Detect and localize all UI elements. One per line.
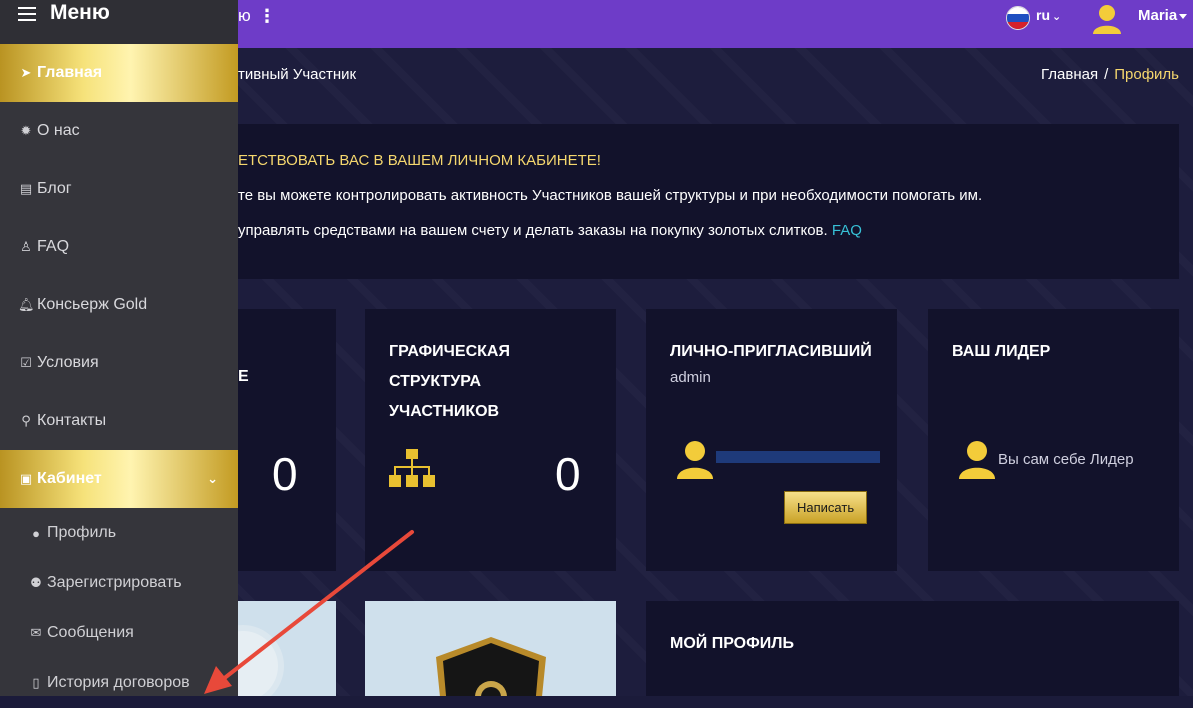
sidebar-subitem-label: Сообщения [47,624,134,641]
sidebar-item-about[interactable]: ✹ О нас [0,102,238,160]
card-my-profile: МОЙ ПРОФИЛЬ [646,601,1179,696]
file-icon: ▯ [32,675,40,690]
card-structure-title: ГРАФИЧЕСКАЯ СТРУКТУРА УЧАСТНИКОВ [389,337,510,427]
chevron-down-icon: ⌄ [207,471,218,486]
sidebar-menu-label: Меню [50,1,110,24]
welcome-text-2-body: управлять средствами на вашем счету и де… [238,222,828,239]
leader-text: Вы сам себе Лидер [998,451,1134,468]
sidebar-item-faq[interactable]: ♙ FAQ [0,218,238,276]
hamburger-icon[interactable] [18,3,36,25]
person-icon: ♙ [20,239,32,254]
card-partial: Е 0 [238,309,336,571]
users-icon: ⚉ [30,575,42,590]
card-inviter-title: ЛИЧНО-ПРИГЛАСИВШИЙ [670,343,872,360]
sidebar-item-label: FAQ [37,238,70,255]
sidebar-subitem-register[interactable]: ⚉ Зарегистрировать [0,558,238,608]
inviter-name: admin [670,369,711,386]
card-inviter: ЛИЧНО-ПРИГЛАСИВШИЙ admin Написать [646,309,897,571]
inviter-contact-bar [716,451,880,463]
card-structure-title-line-3: УЧАСТНИКОВ [389,403,500,420]
sidebar-item-concierge[interactable]: 🔔︎ Консьерж Gold [0,276,238,334]
user-icon: ● [32,525,40,541]
sidebar: Меню ➤ Главная ✹ О нас ▤ Блог ♙ FAQ 🔔︎ Консье… [0,0,238,696]
caret-down-icon [1179,13,1188,19]
welcome-panel: ЕТСТВОВАТЬ ВАС В ВАШЕМ ЛИЧНОМ КАБИНЕТЕ! … [238,124,1179,279]
sidebar-item-home[interactable]: ➤ Главная [0,44,238,102]
envelope-icon: ✉ [30,625,42,640]
sidebar-item-label: Главная [37,64,103,81]
sidebar-item-terms[interactable]: ☑ Условия [0,334,238,392]
card-leader: ВАШ ЛИДЕР Вы сам себе Лидер [928,309,1179,571]
sidebar-subitem-contract-history[interactable]: ▯ История договоров [0,658,238,708]
sidebar-subitem-label: История договоров [47,674,190,691]
topbar-title-fragment: ю [238,6,251,25]
briefcase-icon: ▣ [19,471,33,486]
card-structure[interactable]: ГРАФИЧЕСКАЯ СТРУКТУРА УЧАСТНИКОВ 0 [365,309,616,571]
card-structure-count: 0 [555,448,581,500]
sidebar-item-label: Блог [37,180,72,197]
sidebar-item-blog[interactable]: ▤ Блог [0,160,238,218]
paper-plane-icon: ➤ [20,65,32,80]
breadcrumb-separator: / [1104,66,1109,83]
sidebar-subitem-messages[interactable]: ✉ Сообщения [0,608,238,658]
leader-avatar-icon [959,441,995,479]
bell-icon: 🔔︎ [18,297,35,312]
breadcrumb-current: Профиль [1114,66,1179,83]
user-name: Maria [1138,7,1178,24]
promo-image-1 [238,601,336,696]
welcome-text-1: те вы можете контролировать активность У… [238,187,983,204]
sidebar-item-label: О нас [37,122,80,139]
card-leader-title: ВАШ ЛИДЕР [952,343,1051,360]
page-title: тивный Участник [238,66,357,83]
inviter-avatar-icon [677,441,713,479]
checkbox-icon: ☑ [20,355,32,370]
shield-badge-icon [436,637,546,696]
card-partial-count: 0 [272,448,298,500]
gear-icon: ✹ [20,123,32,138]
sidebar-item-label: Кабинет [37,470,102,487]
sidebar-item-label: Условия [37,354,99,371]
user-menu[interactable]: Maria [1138,7,1188,24]
sidebar-subitem-profile[interactable]: ● Профиль [0,508,238,558]
language-selector[interactable]: ru ⌄ [1036,7,1061,23]
sidebar-header: Меню [0,0,238,44]
sitemap-icon [389,449,435,487]
sidebar-subitem-label: Профиль [47,524,117,541]
language-label: ru [1036,7,1050,23]
promo-image-2 [365,601,616,696]
sidebar-subitem-label: Зарегистрировать [47,574,182,591]
newspaper-icon: ▤ [19,181,33,196]
card-partial-title: Е [238,368,249,385]
welcome-heading: ЕТСТВОВАТЬ ВАС В ВАШЕМ ЛИЧНОМ КАБИНЕТЕ! [238,152,601,169]
sidebar-item-cabinet[interactable]: ▣ Кабинет ⌄ [0,450,238,508]
faq-link[interactable]: FAQ [832,222,862,239]
write-message-button[interactable]: Написать [784,491,868,524]
welcome-text-2: управлять средствами на вашем счету и де… [238,222,862,239]
card-structure-title-line-2: СТРУКТУРА [389,373,482,390]
breadcrumb-home[interactable]: Главная [1041,66,1098,83]
sidebar-item-label: Консьерж Gold [37,296,148,313]
breadcrumb: Главная / Профиль [1041,66,1179,83]
pin-icon: ⚲ [21,413,31,428]
sidebar-item-label: Контакты [37,412,107,429]
user-avatar-icon[interactable] [1092,2,1122,34]
sidebar-item-contacts[interactable]: ⚲ Контакты [0,392,238,450]
card-structure-title-line-1: ГРАФИЧЕСКАЯ [389,343,510,360]
my-profile-title: МОЙ ПРОФИЛЬ [670,635,795,652]
kebab-menu-icon[interactable]: ⋮ [258,6,276,27]
russia-flag-icon[interactable] [1006,6,1030,30]
